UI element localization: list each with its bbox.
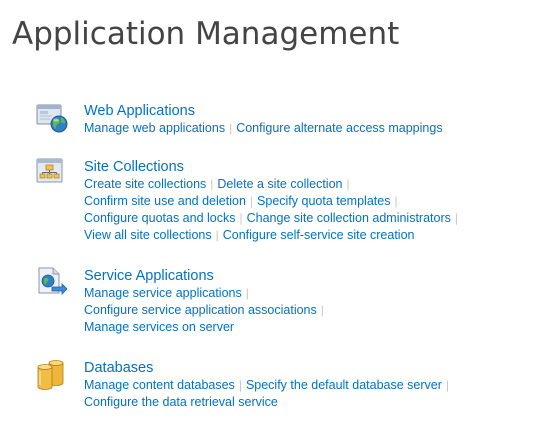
link-separator: | bbox=[210, 177, 214, 191]
links-line: Manage content databases | Specify the def… bbox=[84, 377, 544, 394]
link-manage-service-applications[interactable]: Manage service applications bbox=[84, 286, 242, 300]
link-separator: | bbox=[238, 378, 242, 392]
link-configure-quotas-and-locks[interactable]: Configure quotas and locks bbox=[84, 211, 235, 225]
link-separator: | bbox=[454, 211, 459, 225]
service-application-icon bbox=[38, 267, 68, 295]
link-manage-content-databases[interactable]: Manage content databases bbox=[84, 378, 235, 392]
web-application-globe-icon bbox=[36, 104, 68, 133]
link-separator: | bbox=[346, 177, 350, 191]
links-line: Manage service applications | bbox=[84, 285, 544, 302]
heading-service-applications[interactable]: Service Applications bbox=[84, 267, 544, 285]
link-specify-default-database-server[interactable]: Specify the default database server bbox=[246, 378, 442, 392]
heading-site-collections[interactable]: Site Collections bbox=[84, 158, 544, 176]
link-delete-site-collection[interactable]: Delete a site collection bbox=[217, 177, 342, 191]
links-line: Configure quotas and locks | Change site c… bbox=[84, 210, 544, 227]
link-separator: | bbox=[445, 378, 450, 392]
link-configure-alternate-access-mappings[interactable]: Configure alternate access mappings bbox=[236, 121, 442, 135]
database-cylinders-icon bbox=[37, 360, 64, 390]
link-confirm-site-use[interactable]: Confirm site use and deletion bbox=[84, 194, 246, 208]
site-hierarchy-icon bbox=[36, 158, 63, 183]
heading-databases[interactable]: Databases bbox=[84, 359, 544, 377]
link-separator: | bbox=[229, 121, 233, 135]
link-change-site-collection-administrators[interactable]: Change site collection administrators bbox=[247, 211, 451, 225]
link-separator: | bbox=[394, 194, 398, 208]
links-line: Create site collections | Delete a site co… bbox=[84, 176, 544, 193]
heading-web-applications[interactable]: Web Applications bbox=[84, 102, 544, 120]
link-manage-services-on-server[interactable]: Manage services on server bbox=[84, 320, 234, 334]
link-configure-data-retrieval-service[interactable]: Configure the data retrieval service bbox=[84, 395, 278, 409]
links-line: Configure the data retrieval service bbox=[84, 394, 544, 411]
link-specify-quota-templates[interactable]: Specify quota templates bbox=[257, 194, 390, 208]
links-line: Manage web applications | Configure altern… bbox=[84, 120, 544, 137]
link-configure-service-application-associations[interactable]: Configure service application associatio… bbox=[84, 303, 317, 317]
link-separator: | bbox=[239, 211, 243, 225]
link-separator: | bbox=[320, 303, 324, 317]
link-create-site-collections[interactable]: Create site collections bbox=[84, 177, 206, 191]
links-line: Configure service application associatio… bbox=[84, 302, 544, 319]
link-separator: | bbox=[249, 194, 254, 208]
link-separator: | bbox=[245, 286, 249, 300]
link-view-all-site-collections[interactable]: View all site collections bbox=[84, 228, 212, 242]
page-title: Application Management bbox=[12, 16, 400, 52]
link-separator: | bbox=[215, 228, 219, 242]
link-manage-web-applications[interactable]: Manage web applications bbox=[84, 121, 225, 135]
links-line: Manage services on server bbox=[84, 319, 544, 336]
links-line: Confirm site use and deletion | Specify qu… bbox=[84, 193, 544, 210]
links-line: View all site collections | Configure self… bbox=[84, 227, 544, 244]
link-configure-self-service-site-creation[interactable]: Configure self-service site creation bbox=[223, 228, 415, 242]
